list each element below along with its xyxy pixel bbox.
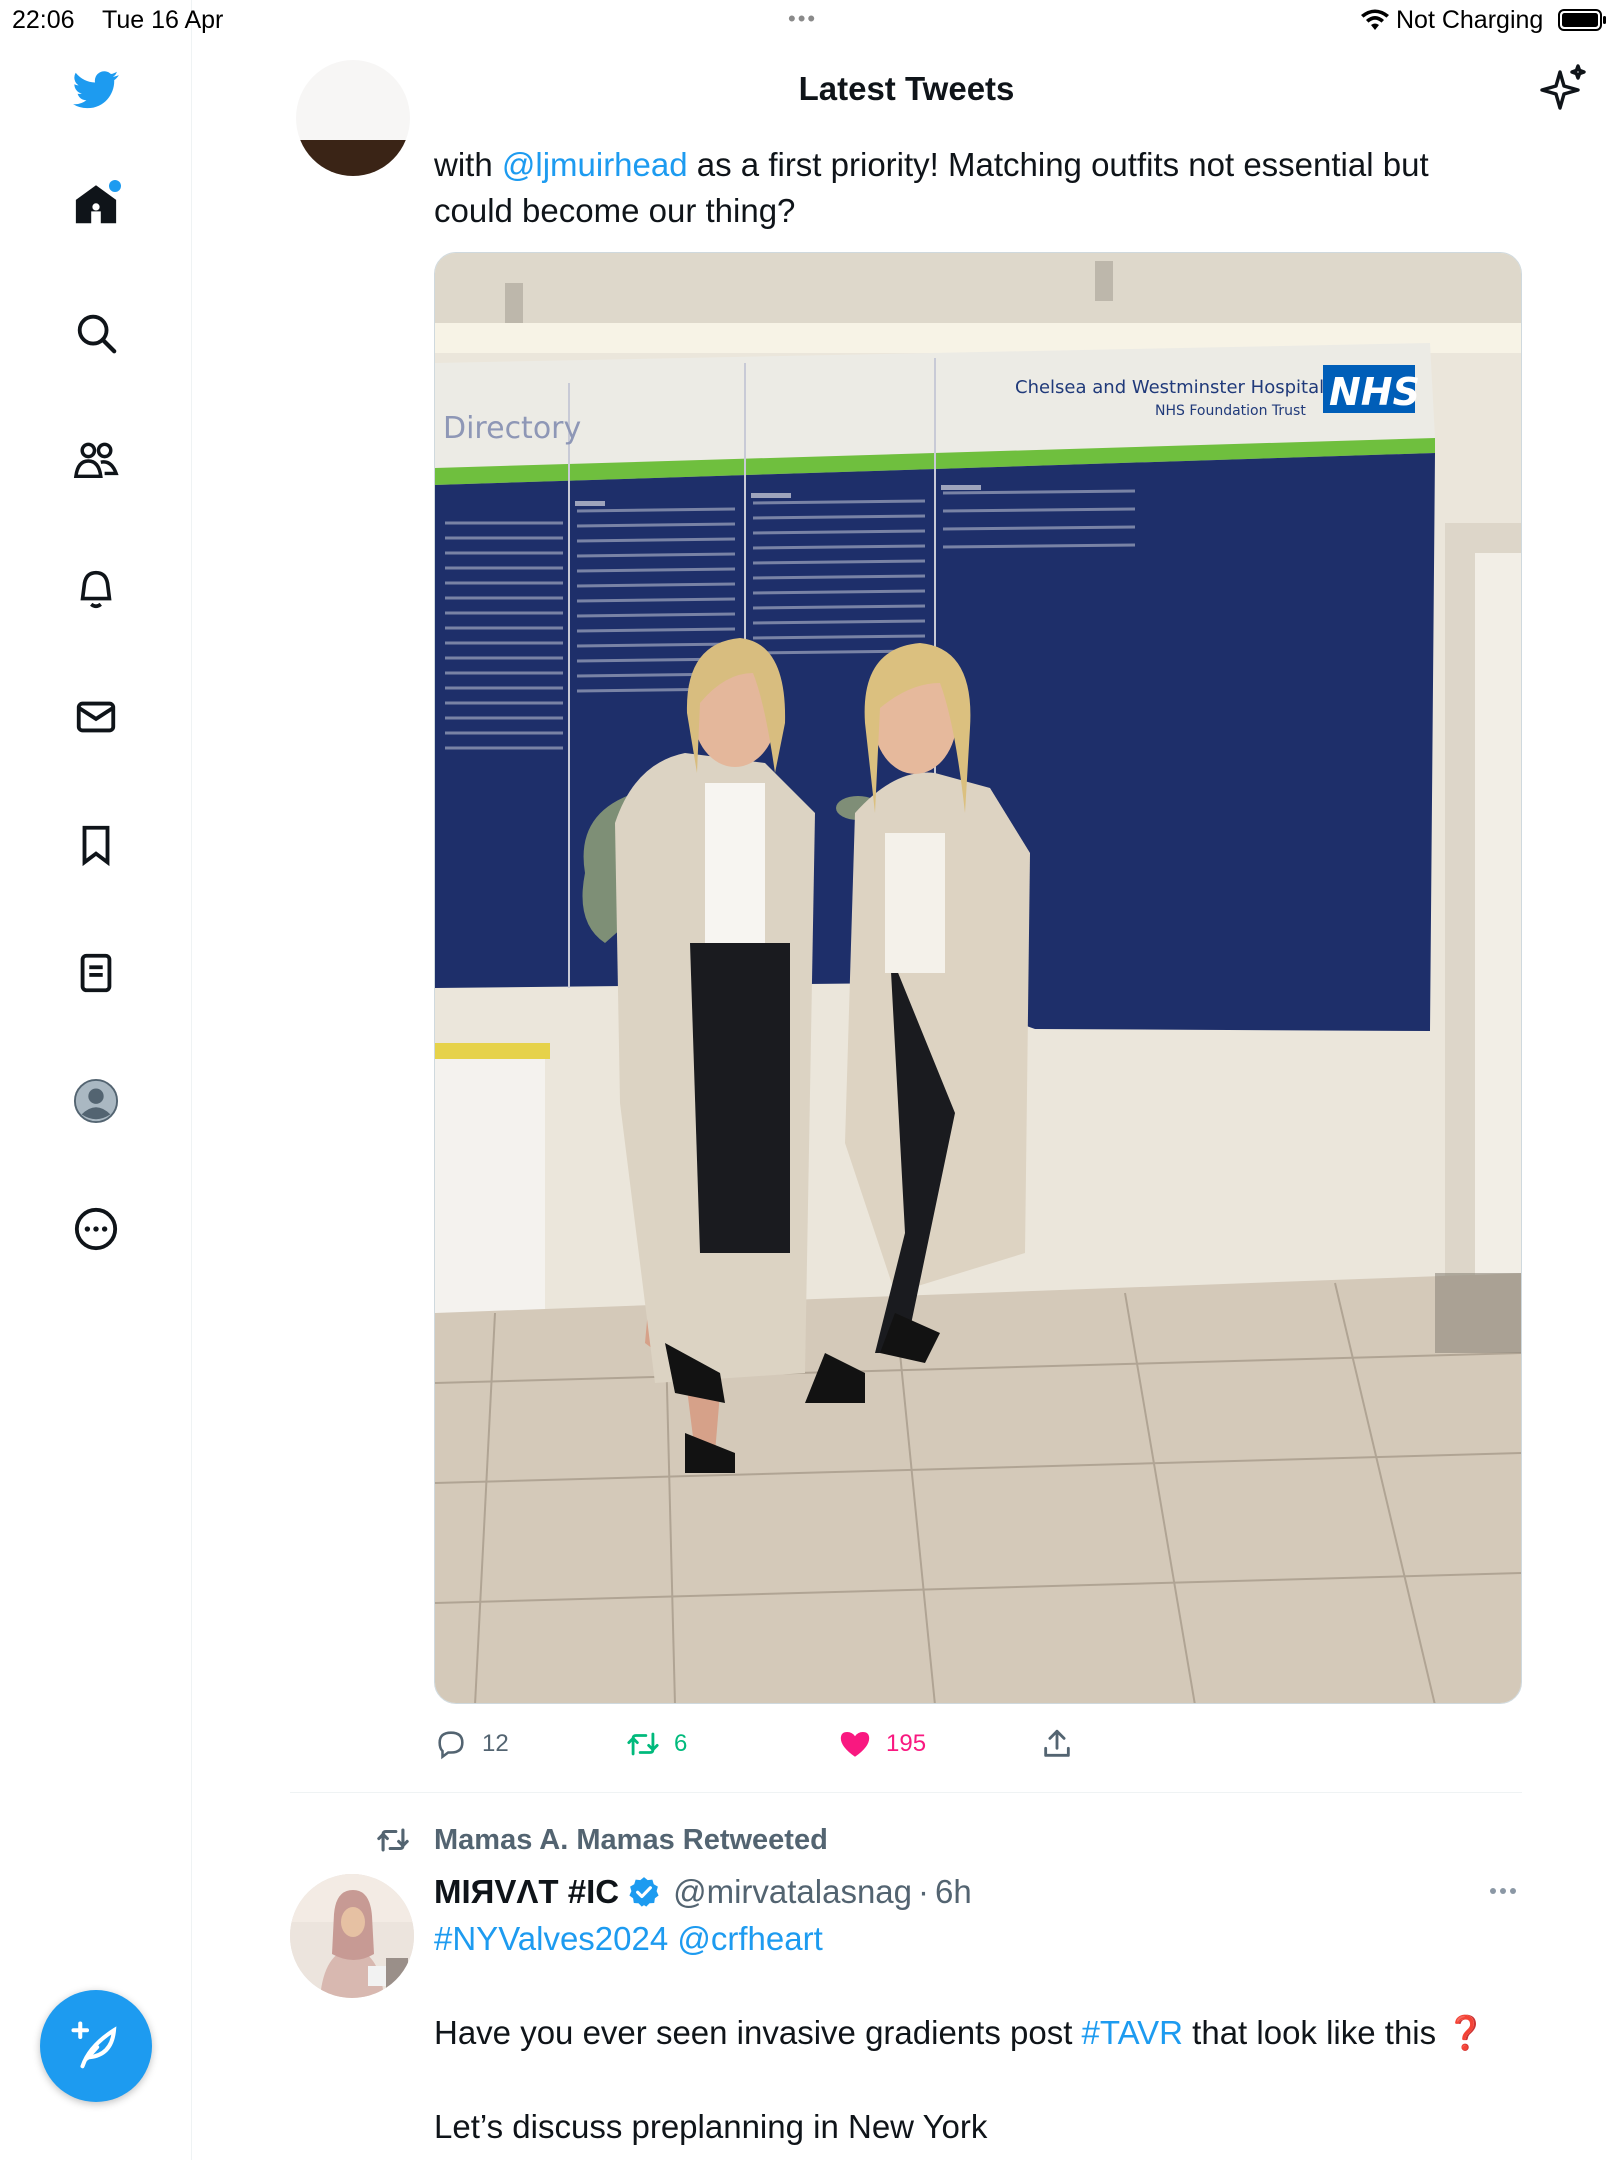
- more-options-icon[interactable]: [71, 1204, 121, 1254]
- communities-icon[interactable]: [71, 436, 121, 486]
- retweeted-by-label: Mamas A. Mamas Retweeted: [434, 1823, 828, 1856]
- mention-link[interactable]: @ljmuirhead: [502, 146, 688, 183]
- tweet-author-line: MIЯVΛT #IC @mirvatalasnag · 6h: [434, 1870, 972, 1914]
- hashtag-link[interactable]: #NYValves2024: [434, 1920, 668, 1957]
- status-time: 22:06: [12, 6, 75, 34]
- compose-tweet-button[interactable]: [40, 1990, 152, 2102]
- lists-icon[interactable]: [71, 948, 121, 998]
- tweet-actions: 12 6 195: [434, 1722, 1522, 1766]
- tweet-time[interactable]: 6h: [935, 1873, 972, 1911]
- reply-count: 12: [482, 1730, 509, 1757]
- directory-label: Directory: [443, 411, 581, 446]
- tweet-divider: [290, 1792, 1522, 1793]
- retweet-icon: [627, 1732, 659, 1756]
- charging-status: Not Charging: [1396, 6, 1544, 34]
- messages-icon[interactable]: [71, 692, 121, 742]
- verified-badge-icon: [629, 1877, 659, 1907]
- search-icon[interactable]: [71, 308, 121, 358]
- like-button[interactable]: 195: [838, 1722, 926, 1766]
- more-icon[interactable]: [1484, 1876, 1522, 1906]
- reply-button[interactable]: 12: [434, 1722, 509, 1766]
- separator-dot: ·: [918, 1873, 930, 1910]
- timeline-header: Latest Tweets: [193, 40, 1620, 140]
- handle[interactable]: @mirvatalasnag: [673, 1873, 912, 1911]
- bookmarks-icon[interactable]: [71, 820, 121, 870]
- multitasking-dots[interactable]: •••: [788, 6, 817, 32]
- photo-illustration: Directory Chelsea and Westminster Hospit…: [435, 253, 1521, 1703]
- hashtag-link[interactable]: #TAVR: [1082, 2014, 1183, 2051]
- tweet-text-line: Let’s discuss preplanning in New York: [434, 2108, 988, 2145]
- retweet-count: 6: [674, 1730, 688, 1757]
- status-bar: 22:06 Tue 16 Apr ••• Not Charging: [0, 0, 1620, 40]
- like-count: 195: [886, 1730, 927, 1757]
- sidebar: [0, 0, 192, 2160]
- share-button[interactable]: [1040, 1722, 1074, 1766]
- home-icon[interactable]: [71, 180, 121, 230]
- page-title: Latest Tweets: [798, 70, 1015, 107]
- tweet-text-line: #NYValves2024 @crfheart: [434, 1916, 823, 1962]
- mention-link[interactable]: @crfheart: [677, 1920, 822, 1957]
- retweet-context[interactable]: Mamas A. Mamas Retweeted: [374, 1822, 828, 1858]
- question-mark-emoji-icon: ❓: [1445, 2014, 1487, 2051]
- tweet-text: with @ljmuirhead as a first priority! Ma…: [434, 146, 1429, 229]
- tweet-photo[interactable]: Directory Chelsea and Westminster Hospit…: [434, 252, 1522, 1704]
- twitter-bird-icon[interactable]: [71, 64, 121, 114]
- display-name[interactable]: MIЯVΛT #IC: [434, 1873, 619, 1911]
- reply-icon: [438, 1731, 464, 1760]
- share-icon: [1044, 1729, 1070, 1757]
- nhs-logo: NHS: [1329, 370, 1420, 414]
- battery-icon: [1558, 9, 1606, 31]
- avatar[interactable]: [290, 1874, 414, 1998]
- status-date: Tue 16 Apr: [102, 6, 224, 34]
- tweet-text-line: Have you ever seen invasive gradients po…: [434, 2014, 1487, 2051]
- wifi-icon: [1361, 9, 1389, 30]
- trust-name: NHS Foundation Trust: [1155, 403, 1306, 419]
- profile-icon[interactable]: [71, 1076, 121, 1126]
- heart-icon: [840, 1731, 870, 1757]
- hospital-name: Chelsea and Westminster Hospital: [1015, 377, 1324, 398]
- retweet-button[interactable]: 6: [626, 1722, 687, 1766]
- notifications-icon[interactable]: [71, 564, 121, 614]
- notification-dot: [109, 180, 121, 192]
- sparkle-icon[interactable]: [1540, 64, 1588, 112]
- retweet-icon: [377, 1828, 409, 1852]
- compose-tweet-icon: [71, 2021, 117, 2069]
